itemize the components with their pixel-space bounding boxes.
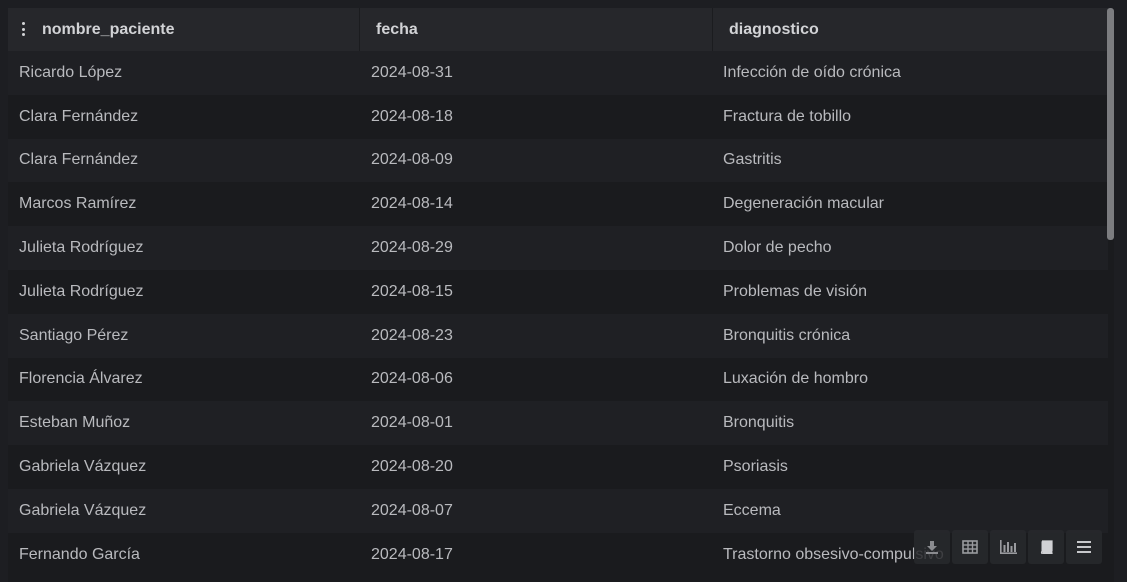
column-header-diagnostico[interactable]: diagnostico bbox=[713, 8, 1108, 51]
cell-diagnostico: Degeneración macular bbox=[723, 195, 884, 213]
cell-nombre-paciente: Fernando García bbox=[19, 545, 140, 563]
results-table: nombre_paciente fecha diagnostico Ricard… bbox=[8, 8, 1114, 582]
cell-fecha: 2024-08-18 bbox=[371, 107, 453, 125]
cell-fecha: 2024-08-09 bbox=[371, 151, 453, 169]
table-row[interactable]: Gabriela Vázquez 2024-08-20 Psoriasis bbox=[8, 445, 1108, 489]
cell-nombre-paciente: Julieta Rodríguez bbox=[19, 282, 144, 300]
cell-diagnostico: Eccema bbox=[723, 501, 781, 519]
cell-fecha: 2024-08-15 bbox=[371, 282, 453, 300]
cell-fecha: 2024-08-17 bbox=[371, 545, 453, 563]
download-button[interactable] bbox=[914, 530, 950, 564]
cell-fecha: 2024-08-07 bbox=[371, 501, 453, 519]
cell-nombre-paciente: Marcos Ramírez bbox=[19, 195, 137, 213]
vertical-scrollbar[interactable] bbox=[1107, 8, 1114, 240]
cell-diagnostico: Problemas de visión bbox=[723, 282, 868, 300]
cell-fecha: 2024-08-23 bbox=[371, 326, 453, 344]
chart-view-button[interactable] bbox=[990, 530, 1026, 564]
cell-nombre-paciente: Clara Fernández bbox=[19, 107, 139, 125]
download-icon bbox=[925, 540, 939, 554]
table-row[interactable]: Julieta Rodríguez 2024-08-15 Problemas de … bbox=[8, 269, 1108, 314]
menu-button[interactable] bbox=[1066, 530, 1102, 564]
bar-chart-icon bbox=[999, 540, 1017, 554]
table-row[interactable]: Marcos Ramírez 2024-08-14 Degeneración mac… bbox=[8, 182, 1108, 227]
table-row[interactable]: Santiago Pérez 2024-08-23 Bronquitis cróni… bbox=[8, 313, 1108, 358]
cell-diagnostico: Dolor de pecho bbox=[723, 239, 832, 257]
cell-nombre-paciente: Florencia Álvarez bbox=[19, 370, 143, 388]
cell-diagnostico: Psoriasis bbox=[723, 458, 788, 476]
column-header-nombre-paciente[interactable]: nombre_paciente bbox=[8, 8, 360, 51]
table-row[interactable]: Clara Fernández 2024-08-18 Fractura de tob… bbox=[8, 94, 1108, 139]
table-header: nombre_paciente fecha diagnostico bbox=[8, 8, 1108, 51]
column-menu-icon[interactable] bbox=[21, 22, 25, 36]
cell-fecha: 2024-08-31 bbox=[371, 63, 453, 81]
cell-nombre-paciente: Esteban Muñoz bbox=[19, 414, 131, 432]
cell-fecha: 2024-08-06 bbox=[371, 370, 453, 388]
cell-diagnostico: Infección de oído crónica bbox=[723, 63, 901, 81]
table-row[interactable]: Esteban Muñoz 2024-08-01 Bronquitis bbox=[8, 401, 1108, 446]
cell-fecha: 2024-08-01 bbox=[371, 414, 453, 432]
table-row[interactable]: Julieta Rodríguez 2024-08-29 Dolor de pech… bbox=[8, 226, 1108, 270]
table-row[interactable]: Florencia Álvarez 2024-08-06 Luxación de h… bbox=[8, 357, 1108, 402]
cell-nombre-paciente: Ricardo López bbox=[19, 63, 123, 81]
cell-nombre-paciente: Clara Fernández bbox=[19, 151, 139, 169]
cell-diagnostico: Luxación de hombro bbox=[723, 370, 868, 388]
menu-icon bbox=[1077, 541, 1091, 553]
cell-nombre-paciente: Santiago Pérez bbox=[19, 326, 129, 344]
cell-nombre-paciente: Julieta Rodríguez bbox=[19, 239, 144, 257]
column-header-label: fecha bbox=[376, 20, 418, 38]
cell-diagnostico: Gastritis bbox=[723, 151, 782, 169]
table-body: Ricardo López 2024-08-31 Infección de oído… bbox=[8, 51, 1108, 577]
table-view-button[interactable] bbox=[952, 530, 988, 564]
column-header-label: nombre_paciente bbox=[42, 20, 175, 38]
cell-fecha: 2024-08-20 bbox=[371, 458, 453, 476]
cell-fecha: 2024-08-29 bbox=[371, 239, 453, 257]
view-toolbar bbox=[914, 530, 1104, 564]
cell-diagnostico: Fractura de tobillo bbox=[723, 107, 852, 125]
cell-diagnostico: Bronquitis crónica bbox=[723, 326, 851, 344]
cell-diagnostico: Bronquitis bbox=[723, 414, 795, 432]
table-icon bbox=[962, 540, 978, 554]
cell-nombre-paciente: Gabriela Vázquez bbox=[19, 458, 147, 476]
cell-nombre-paciente: Gabriela Vázquez bbox=[19, 501, 147, 519]
notebook-view-button[interactable] bbox=[1028, 530, 1064, 564]
cell-fecha: 2024-08-14 bbox=[371, 195, 453, 213]
column-header-label: diagnostico bbox=[729, 20, 819, 38]
table-row[interactable]: Clara Fernández 2024-08-09 Gastritis bbox=[8, 138, 1108, 183]
table-row[interactable]: Gabriela Vázquez 2024-08-07 Eccema bbox=[8, 488, 1108, 533]
book-icon bbox=[1039, 540, 1053, 554]
table-row[interactable]: Ricardo López 2024-08-31 Infección de oído… bbox=[8, 51, 1108, 95]
column-header-fecha[interactable]: fecha bbox=[360, 8, 713, 51]
